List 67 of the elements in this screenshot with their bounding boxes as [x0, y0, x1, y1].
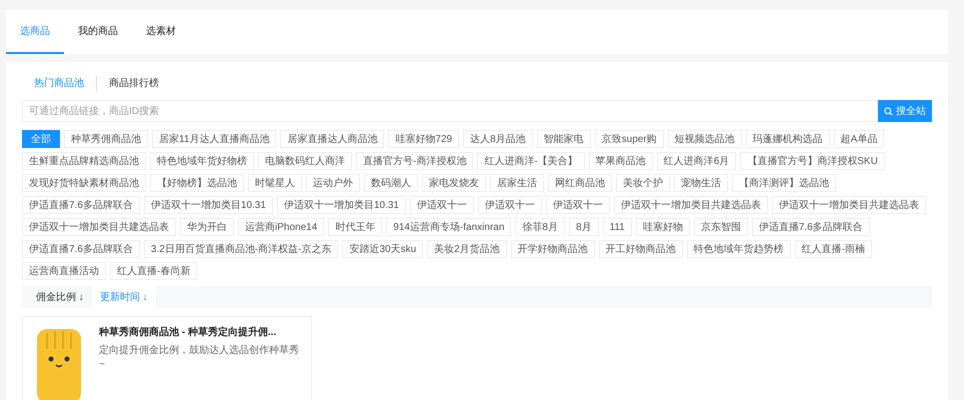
filter-tag[interactable]: 玛蓬娜机构选品	[746, 130, 830, 148]
filter-tag[interactable]: 美妆个护	[616, 174, 670, 192]
sort-option[interactable]: 佣金比例 ↓	[28, 286, 92, 308]
filter-tag[interactable]: 徐菲8月	[515, 218, 565, 236]
filter-tag[interactable]: 开学好物商品池	[510, 240, 595, 258]
tab[interactable]: 我的商品	[64, 10, 132, 54]
filter-tag[interactable]: 红人进商洋-【美合】	[477, 152, 585, 170]
filter-tag[interactable]: 哇塞好物	[636, 218, 690, 236]
filter-tag[interactable]: 【好物榜】选品池	[150, 174, 244, 192]
filter-tag[interactable]: 8月	[568, 218, 599, 236]
filter-tag[interactable]: 短视频选品池	[668, 130, 742, 148]
filter-tag[interactable]: 宠物生活	[674, 174, 728, 192]
filter-tag[interactable]: 特色地域年货好物榜	[150, 152, 254, 170]
filter-tag[interactable]: 安踏近30天sku	[342, 240, 424, 258]
filter-tag[interactable]: 时髦星人	[248, 174, 302, 192]
filter-tag[interactable]: 伊适双十一增加类目10.31	[276, 196, 406, 214]
filter-tag[interactable]: 3.2日用百货直播商品池-商洋权益-京之东	[144, 240, 338, 258]
filter-tag[interactable]: 种草秀佣商品池	[64, 130, 148, 148]
filter-tag[interactable]: 美妆2月货品池	[427, 240, 507, 258]
filter-tag[interactable]: 时代王年	[328, 218, 382, 236]
filter-tag[interactable]: 伊适双十一增加类目共建选品表	[614, 196, 768, 214]
filter-tag[interactable]: 华为开白	[180, 218, 234, 236]
filter-tag[interactable]: 苹果商品池	[588, 152, 653, 170]
filter-tag[interactable]: 智能家电	[536, 130, 591, 148]
pool-card[interactable]: 种草秀商佣商品池 - 种草秀定向提升佣... 定向提升佣金比例，鼓励达人选品创作种草秀~	[22, 316, 312, 400]
filter-tag[interactable]: 红人直播-春尚新	[110, 262, 198, 280]
filter-tag[interactable]: 【商洋测评】选品池	[732, 174, 836, 192]
filter-tag[interactable]: 家电发烧友	[422, 174, 486, 192]
filter-tag[interactable]: 哇塞好物729	[388, 130, 460, 148]
filter-tag[interactable]: 开工好物商品池	[598, 240, 683, 258]
search-icon	[884, 106, 893, 116]
filter-tag[interactable]: 红人直播-雨楠	[794, 240, 872, 258]
filter-tag[interactable]: 京致super购	[594, 130, 664, 148]
card-title: 种草秀商佣商品池 - 种草秀定向提升佣...	[99, 325, 278, 340]
filter-tag[interactable]: 生鲜重点品牌精选商品池	[22, 152, 146, 170]
filter-tag[interactable]: 居家生活	[490, 174, 544, 192]
filter-tag[interactable]: 伊适双十一增加类目10.31	[144, 196, 273, 214]
filter-tag[interactable]: 京东智囤	[694, 218, 748, 236]
filter-tag[interactable]: 111	[602, 218, 632, 236]
card-description: 定向提升佣金比例，鼓励达人选品创作种草秀~	[99, 344, 299, 372]
filter-tag[interactable]: 居家11月达人直播商品池	[152, 130, 276, 148]
filter-tag[interactable]: 运动户外	[306, 174, 360, 192]
search-field[interactable]: 可通过商品链接，商品ID搜索	[22, 100, 878, 122]
filter-tag[interactable]: 伊适直播7.6多品牌联合	[752, 218, 870, 236]
filter-tag[interactable]: 运营商iPhone14	[238, 218, 324, 236]
filter-tag[interactable]: 数码潮人	[364, 174, 418, 192]
filter-tag[interactable]: 发现好货特缺素材商品池	[22, 174, 146, 192]
filter-tag[interactable]: 达人8月品池	[463, 130, 533, 148]
filter-tag[interactable]: 运营商直播活动	[22, 262, 106, 280]
filter-tag[interactable]: 红人进商洋6月	[656, 152, 736, 170]
filter-tag[interactable]: 直播官方号-商洋授权池	[356, 152, 474, 170]
sub-tab[interactable]: 商品排行榜	[96, 76, 171, 90]
filter-tag[interactable]: 伊适双十一	[410, 196, 474, 214]
filter-tag[interactable]: 超A单品	[834, 130, 884, 148]
filter-tag[interactable]: 伊适双十一增加类目共建选品表	[772, 196, 926, 214]
filter-tag[interactable]: 网红商品池	[548, 174, 612, 192]
filter-tag[interactable]: 伊适双十一增加类目共建选品表	[22, 218, 176, 236]
filter-tag[interactable]: 伊适直播7.6多品牌联合	[22, 240, 140, 258]
filter-tag[interactable]: 居家直播达人商品池	[280, 130, 384, 148]
tab[interactable]: 选素材	[132, 10, 190, 54]
filter-tag[interactable]: 伊适双十一	[478, 196, 542, 214]
filter-tag[interactable]: 914运营商专场-fanxinran	[386, 218, 512, 236]
filter-tag[interactable]: 伊适直播7.6多品牌联合	[22, 196, 140, 214]
filter-tag[interactable]: 电脑数码红人商洋	[258, 152, 352, 170]
filter-tag[interactable]: 伊适双十一	[546, 196, 610, 214]
filter-tag[interactable]: 特色地域年货趋势榜	[686, 240, 791, 258]
filter-tag[interactable]: 【直播官方号】商洋授权SKU	[740, 152, 885, 170]
